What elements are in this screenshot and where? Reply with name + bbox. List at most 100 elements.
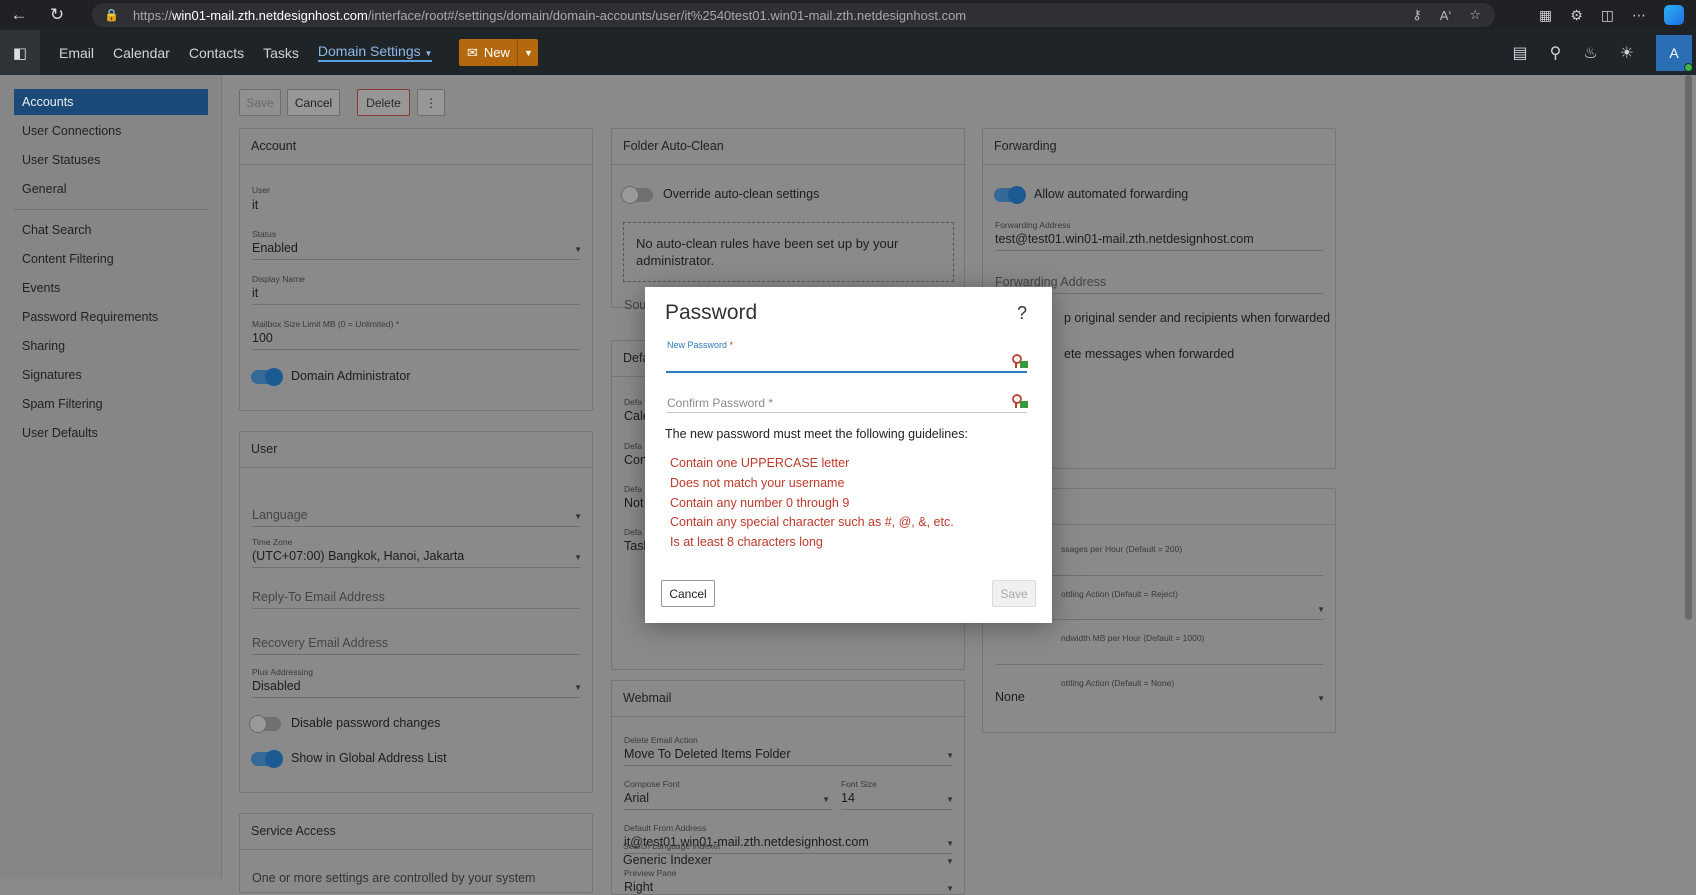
page-scrollbar[interactable] [1685,75,1692,620]
sidebar-item-user-defaults[interactable]: User Defaults [14,420,208,446]
sidebar-item-events[interactable]: Events [14,275,208,301]
toggle-knob [249,715,267,733]
preview-pane-select[interactable]: Right [624,880,653,894]
nav-contacts[interactable]: Contacts [189,45,244,61]
show-gal-toggle[interactable] [251,750,283,768]
reply-to-input[interactable]: Reply-To Email Address [252,590,385,604]
sidebar-item-sharing[interactable]: Sharing [14,333,208,359]
font-size-select[interactable]: 14 [841,791,855,805]
address-bar[interactable]: 🔒 https://win01-mail.zth.netdesignhost.c… [92,3,1495,27]
folder-autoclean-header: Folder Auto-Clean [612,129,964,165]
disable-password-label: Disable password changes [291,716,441,730]
nav-email[interactable]: Email [59,45,94,61]
bandwidth-underline [995,664,1323,665]
sidebar-item-user-statuses[interactable]: User Statuses [14,147,208,173]
default-value-3[interactable]: Not [624,496,643,510]
sidebar-item-general[interactable]: General [14,176,208,202]
messages-per-hour-label: ssages per Hour (Default = 200) [1061,544,1183,554]
chat-icon[interactable]: ▤ [1512,43,1527,63]
more-options-button[interactable]: ⋮ [417,89,445,116]
sidebar-item-accounts[interactable]: Accounts [14,89,208,115]
forwarding-address-input[interactable]: test@test01.win01-mail.zth.netdesignhost… [995,232,1254,246]
bandwidth-action-select[interactable]: None [995,690,1025,704]
sidebar-item-password-requirements[interactable]: Password Requirements [14,304,208,330]
mailbox-limit-input[interactable]: 100 [252,331,273,345]
recovery-email-input[interactable]: Recovery Email Address [252,636,388,650]
toggle-knob [265,750,283,768]
plus-addressing-select[interactable]: Disabled [252,679,301,693]
forwarding-underline [995,250,1323,251]
status-underline [252,259,580,260]
chevron-down-icon: ▼ [424,49,433,58]
nav-calendar[interactable]: Calendar [113,45,170,61]
extensions-icon[interactable]: ⚙ [1570,7,1583,24]
theme-icon[interactable]: ☀ [1620,43,1634,63]
password-generate-icon[interactable] [1011,353,1029,369]
chevron-down-icon: ▼ [946,839,954,848]
dialog-cancel-button[interactable]: Cancel [661,580,715,607]
chevron-down-icon: ▼ [574,245,582,254]
delete-action-select[interactable]: Move To Deleted Items Folder [624,747,791,761]
default-value-2[interactable]: Con [624,453,647,467]
new-button[interactable]: ✉ New ▼ [459,39,539,66]
nav-tasks[interactable]: Tasks [263,45,299,61]
timezone-select[interactable]: (UTC+07:00) Bangkok, Hanoi, Jakarta [252,549,464,563]
plus-addressing-label: Plus Addressing [252,667,313,677]
required-marker: * [729,340,734,350]
more-options-icon[interactable]: ⋯ [1632,7,1646,24]
disable-password-toggle[interactable] [249,715,281,733]
dialog-save-button[interactable]: Save [992,580,1036,607]
key-icon[interactable]: ⚷ [1412,7,1422,23]
chevron-down-icon: ▼ [946,795,954,804]
search-icon[interactable]: ⚲ [1550,43,1562,63]
allow-forwarding-toggle[interactable] [994,186,1026,204]
indexer-select[interactable]: Generic Indexer [623,853,712,867]
allow-forwarding-label: Allow automated forwarding [1034,187,1189,201]
url-path: /interface/root#/settings/domain/domain-… [367,7,967,23]
chevron-down-icon: ▼ [946,884,954,893]
copilot-icon[interactable] [1664,5,1684,25]
translate-icon[interactable]: ▦ [1539,7,1552,24]
mail-icon: ✉ [466,44,478,60]
sidebar-item-chat-search[interactable]: Chat Search [14,217,208,243]
override-autoclean-toggle[interactable] [621,186,653,204]
toggle-knob [621,186,639,204]
confirm-password-input[interactable]: Confirm Password * [667,396,773,410]
favorite-star-icon[interactable]: ☆ [1469,7,1481,23]
back-icon[interactable]: ← [0,5,38,25]
domain-admin-toggle[interactable] [251,368,283,386]
read-aloud-icon[interactable]: A‘ [1440,8,1452,23]
display-name-input[interactable]: it [252,286,258,300]
new-password-input[interactable] [666,351,1006,373]
compose-font-select[interactable]: Arial [624,791,649,805]
nav-domain-settings[interactable]: Domain Settings ▼ [317,43,433,62]
sidebar-item-signatures[interactable]: Signatures [14,362,208,388]
throttle-action-label: ottling Action (Default = Reject) [1061,589,1178,599]
rule-number: Contain any number 0 through 9 [670,496,850,510]
help-icon[interactable]: ? [1017,303,1027,324]
status-select[interactable]: Enabled [252,241,298,255]
sidebar-item-content-filtering[interactable]: Content Filtering [14,246,208,272]
default-label-3: Defa [624,484,642,494]
language-select[interactable]: Language [252,508,308,522]
delete-forwarded-label: ete messages when forwarded [1064,347,1235,361]
new-dropdown-icon[interactable]: ▼ [518,48,538,58]
bell-icon[interactable]: ♨ [1583,43,1597,63]
password-generate-icon[interactable] [1011,393,1029,409]
delete-button[interactable]: Delete [357,89,410,116]
sidebar-item-user-connections[interactable]: User Connections [14,118,208,144]
split-screen-icon[interactable]: ◫ [1601,7,1614,24]
autoclean-notice: No auto-clean rules have been set up by … [623,222,954,282]
cancel-button[interactable]: Cancel [287,89,340,116]
mailbox-underline [252,349,580,350]
reload-icon[interactable]: ↻ [38,5,76,25]
sidebar-toggle-icon[interactable]: ◧ [0,30,40,75]
chevron-down-icon: ▼ [946,751,954,760]
account-card: Account User it Status Enabled ▼ Display… [239,128,593,411]
recovery-underline [252,654,580,655]
sidebar-item-spam-filtering[interactable]: Spam Filtering [14,391,208,417]
rule-username: Does not match your username [670,476,845,490]
avatar[interactable]: A [1656,34,1693,72]
save-button[interactable]: Save [239,89,281,116]
chevron-down-icon: ▼ [574,683,582,692]
